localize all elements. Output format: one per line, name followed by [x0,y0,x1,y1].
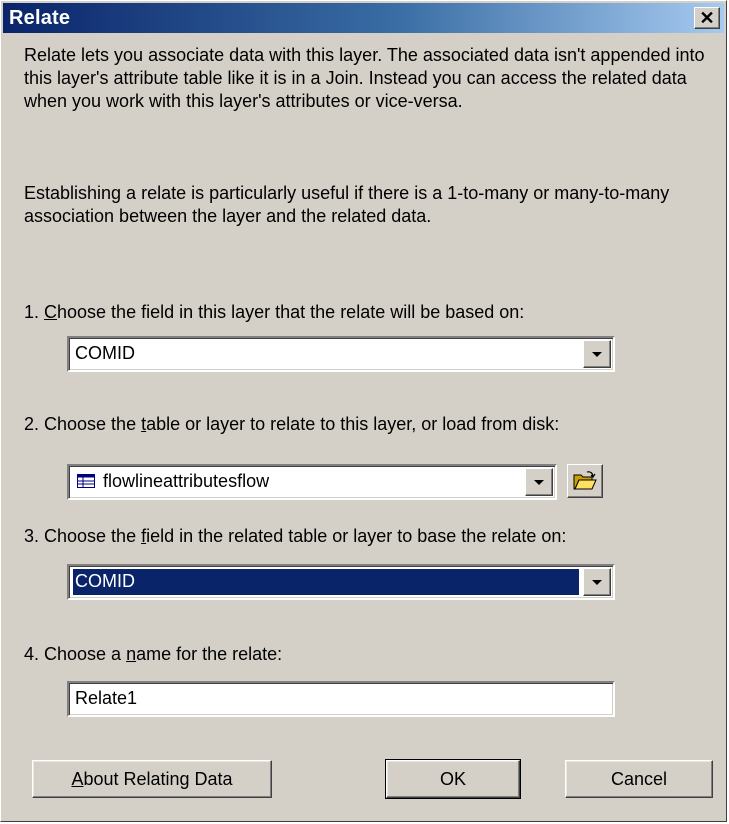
description-paragraph-2: Establishing a relate is particularly us… [24,183,670,226]
relate-name-input[interactable]: Relate1 [67,681,615,717]
description-paragraph-1: Relate lets you associate data with this… [24,45,705,111]
selection-highlight [72,568,580,596]
title-bar[interactable]: Relate ✕ [3,3,724,33]
close-button[interactable]: ✕ [694,7,720,29]
ok-label: OK [439,768,466,789]
chevron-down-icon [592,579,602,585]
cancel-button[interactable]: Cancel [565,760,713,798]
related-table-dropdown[interactable]: flowlineattributesflow [67,464,557,500]
related-table-value: flowlineattributesflow [103,471,270,491]
layer-field-value: COMID [75,343,135,363]
about-relating-data-button[interactable]: About Relating Data [32,760,272,798]
table-icon [77,474,95,488]
relate-name-value: Relate1 [75,688,138,708]
step1-label: 1. Choose the field in this layer that t… [24,302,525,322]
step3-label: 3. Choose the field in the related table… [24,526,567,546]
related-table-dropdown-button[interactable] [525,468,553,496]
relate-dialog: Relate ✕ Relate lets you associate data … [0,0,727,822]
layer-field-dropdown-button[interactable] [583,340,611,368]
ok-button[interactable]: OK [385,759,521,799]
layer-field-dropdown[interactable]: COMID [67,336,615,372]
open-folder-icon [573,471,597,490]
step4-label: 4. Choose a name for the relate: [24,644,283,664]
related-field-dropdown-button[interactable] [583,568,611,596]
close-icon: ✕ [699,8,715,28]
window-title: Relate [9,6,71,29]
step2-label: 2. Choose the table or layer to relate t… [24,414,560,434]
related-field-value: COMID [75,571,135,591]
browse-button[interactable] [567,464,603,498]
chevron-down-icon [592,351,602,357]
related-field-dropdown[interactable]: COMID [67,564,615,600]
chevron-down-icon [534,479,544,485]
about-relating-data-label: About Relating Data [71,768,233,789]
cancel-label: Cancel [610,768,668,789]
